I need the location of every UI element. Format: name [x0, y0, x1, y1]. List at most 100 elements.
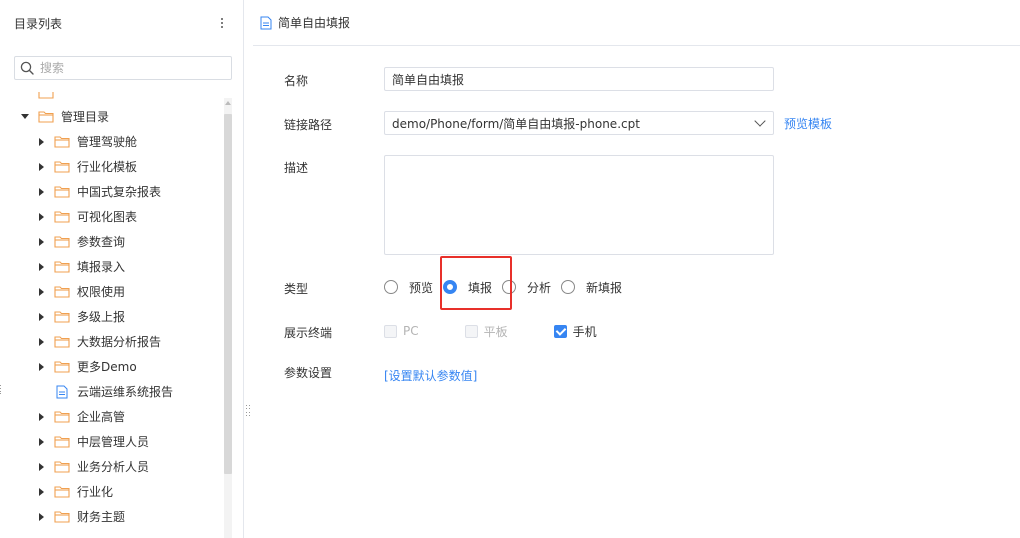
- radio-label: 预览: [409, 280, 434, 295]
- radio-label: 填报: [468, 280, 493, 295]
- caret-right-icon[interactable]: [36, 287, 46, 297]
- tree-item-label: 填报录入: [77, 260, 126, 274]
- checkbox-tablet[interactable]: 平板: [464, 323, 508, 340]
- path-label: 链接路径: [284, 118, 333, 132]
- tree-scrollbar[interactable]: [224, 98, 232, 538]
- sidebar: 目录列表 管理目录管理驾驶舱行业化模板中国式复杂报表可视化图表参数查询填报录入权…: [0, 0, 244, 538]
- radio-button[interactable]: [384, 280, 398, 294]
- caret-right-icon[interactable]: [36, 487, 46, 497]
- terminal-label: 展示终端: [284, 326, 333, 340]
- set-default-params-link[interactable]: [设置默认参数值]: [384, 367, 477, 384]
- caret-down-icon[interactable]: [20, 112, 30, 122]
- caret-right-icon[interactable]: [36, 512, 46, 522]
- caret-right-icon[interactable]: [36, 437, 46, 447]
- tree-item-folder[interactable]: 企业高管: [36, 404, 125, 429]
- tree-item-label: 更多Demo: [77, 360, 137, 374]
- tree-item-label: 中层管理人员: [77, 435, 150, 449]
- terminal-checkbox-group: PC 平板 手机: [384, 323, 643, 339]
- more-vertical-icon[interactable]: [215, 16, 229, 30]
- folder-icon: [54, 335, 70, 348]
- radio-preview[interactable]: 预览: [384, 279, 433, 296]
- tree-item-label: 行业化模板: [77, 160, 138, 174]
- description-label: 描述: [284, 161, 309, 175]
- sidebar-title: 目录列表: [14, 16, 63, 31]
- tree-item-folder[interactable]: 更多Demo: [36, 354, 137, 379]
- radio-button[interactable]: [443, 280, 458, 294]
- caret-right-icon[interactable]: [36, 262, 46, 272]
- tree-item-folder[interactable]: 中层管理人员: [36, 429, 149, 454]
- radio-button[interactable]: [561, 280, 576, 294]
- checkbox-pc[interactable]: PC: [384, 324, 419, 338]
- tree-item-label: 权限使用: [77, 285, 126, 299]
- tree-item-label: 行业化: [77, 485, 114, 499]
- radio-new-fill[interactable]: 新填报: [561, 279, 622, 296]
- directory-tree: 管理目录管理驾驶舱行业化模板中国式复杂报表可视化图表参数查询填报录入权限使用多级…: [0, 92, 224, 538]
- search-box[interactable]: [14, 56, 232, 80]
- main-panel: 简单自由填报 名称 简单自由填报 链接路径 demo/Phone/form/简单…: [245, 0, 1020, 538]
- name-input-value: 简单自由填报: [392, 72, 465, 87]
- checkbox-label: 平板: [483, 324, 508, 339]
- tree-item-folder[interactable]: 权限使用: [36, 279, 125, 304]
- main-header: 简单自由填报: [253, 0, 1020, 46]
- tree-item-label: 可视化图表: [77, 210, 138, 224]
- checkbox[interactable]: [464, 324, 478, 338]
- tree-item-folder[interactable]: 管理驾驶舱: [36, 129, 137, 154]
- folder-icon: [38, 92, 54, 99]
- folder-icon: [54, 185, 70, 198]
- tree-item-folder[interactable]: 管理目录: [20, 104, 109, 129]
- search-icon: [20, 61, 34, 75]
- tree-item-folder[interactable]: 业务分析人员: [36, 454, 149, 479]
- tree-item-label: 参数查询: [77, 235, 126, 249]
- tree-item-label: 管理驾驶舱: [77, 135, 138, 149]
- caret-right-icon[interactable]: [36, 412, 46, 422]
- scroll-up-arrow[interactable]: [225, 101, 231, 105]
- description-textarea[interactable]: [384, 155, 774, 255]
- sidebar-collapse-handle[interactable]: [0, 385, 2, 395]
- path-select[interactable]: demo/Phone/form/简单自由填报-phone.cpt: [384, 111, 774, 135]
- folder-icon: [54, 510, 70, 523]
- tree-item-folder[interactable]: 行业化模板: [36, 154, 137, 179]
- checkbox-phone[interactable]: 手机: [553, 323, 597, 340]
- caret-right-icon[interactable]: [36, 312, 46, 322]
- folder-icon: [54, 410, 70, 423]
- caret-right-icon[interactable]: [36, 337, 46, 347]
- tree-item-folder[interactable]: 多级上报: [36, 304, 125, 329]
- folder-icon: [54, 460, 70, 473]
- tree-item-folder[interactable]: 中国式复杂报表: [36, 179, 161, 204]
- tree-item-label: 云端运维系统报告: [77, 385, 174, 399]
- tree-item-label: 财务主题: [77, 510, 126, 524]
- name-input[interactable]: 简单自由填报: [384, 67, 774, 91]
- caret-right-icon[interactable]: [36, 137, 46, 147]
- tree-item-folder[interactable]: 填报录入: [36, 254, 125, 279]
- tree-item-label: 企业高管: [77, 410, 126, 424]
- tree-item-folder[interactable]: 财务主题: [36, 504, 125, 529]
- caret-right-icon[interactable]: [36, 237, 46, 247]
- tree-item-file[interactable]: 云端运维系统报告: [36, 379, 173, 404]
- folder-icon: [38, 110, 54, 123]
- scrollbar-thumb[interactable]: [224, 114, 232, 474]
- tree-item-folder[interactable]: 大数据分析报告: [36, 329, 161, 354]
- path-select-value: demo/Phone/form/简单自由填报-phone.cpt: [392, 116, 640, 131]
- type-radio-group: 预览 填报 分析 新填报: [384, 279, 632, 295]
- document-icon: [56, 385, 68, 399]
- checkbox-label: 手机: [572, 324, 597, 339]
- preview-template-link[interactable]: 预览模板: [784, 115, 832, 132]
- search-input[interactable]: [40, 61, 210, 75]
- caret-right-icon[interactable]: [36, 362, 46, 372]
- tree-item-folder[interactable]: 可视化图表: [36, 204, 137, 229]
- caret-right-icon[interactable]: [36, 212, 46, 222]
- tree-item-folder[interactable]: 参数查询: [36, 229, 125, 254]
- radio-analysis[interactable]: 分析: [502, 279, 551, 296]
- checkbox[interactable]: [553, 324, 567, 338]
- caret-right-icon[interactable]: [36, 462, 46, 472]
- chevron-down-icon: [754, 115, 766, 127]
- radio-label: 分析: [527, 280, 552, 295]
- caret-right-icon[interactable]: [36, 162, 46, 172]
- radio-button[interactable]: [502, 280, 517, 294]
- radio-fill[interactable]: 填报: [443, 279, 492, 296]
- checkbox[interactable]: [384, 324, 397, 338]
- folder-icon: [54, 210, 70, 223]
- folder-icon: [54, 485, 70, 498]
- tree-item-folder[interactable]: 行业化: [36, 479, 113, 504]
- caret-right-icon[interactable]: [36, 187, 46, 197]
